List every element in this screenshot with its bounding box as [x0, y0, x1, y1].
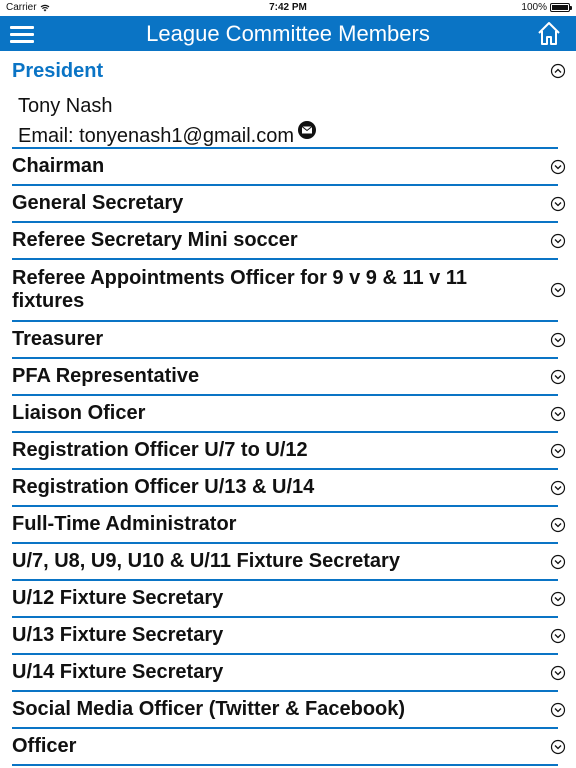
- hamburger-menu-icon[interactable]: [10, 21, 36, 47]
- chevron-down-icon[interactable]: [550, 443, 566, 459]
- role-row[interactable]: Social Media Officer (Twitter & Facebook…: [12, 692, 566, 729]
- status-time: 7:42 PM: [269, 2, 307, 13]
- role-row[interactable]: Referee Appointments Officer for 9 v 9 &…: [12, 260, 566, 322]
- role-row[interactable]: General Secretary: [12, 186, 566, 223]
- mail-icon[interactable]: [297, 121, 316, 139]
- role-row[interactable]: U/7, U8, U9, U10 & U/11 Fixture Secretar…: [12, 544, 566, 581]
- chevron-down-icon[interactable]: [550, 554, 566, 570]
- role-label: Referee Secretary Mini soccer: [12, 229, 298, 251]
- role-label: U/14 Fixture Secretary: [12, 661, 224, 683]
- role-label: Treasurer: [12, 328, 104, 350]
- chevron-down-icon[interactable]: [550, 517, 566, 533]
- chevron-down-icon[interactable]: [550, 369, 566, 385]
- chevron-down-icon[interactable]: [550, 282, 566, 298]
- role-label: U/12 Fixture Secretary: [12, 587, 224, 609]
- role-row[interactable]: PFA Representative: [12, 359, 566, 396]
- status-bar: Carrier 7:42 PM 100%: [0, 0, 576, 16]
- role-label: U/13 Fixture Secretary: [12, 624, 224, 646]
- role-label: Full-Time Administrator: [12, 513, 237, 535]
- role-label: PFA Representative: [12, 365, 200, 387]
- role-row[interactable]: Liaison Oficer: [12, 396, 566, 433]
- president-email[interactable]: Email: tonyenash1@gmail.com: [18, 125, 294, 148]
- role-row[interactable]: Officer: [12, 729, 566, 766]
- role-label: Referee Appointments Officer for 9 v 9 &…: [12, 267, 467, 312]
- role-row[interactable]: Referee Secretary Mini soccer: [12, 223, 566, 260]
- section-title-president: President: [12, 60, 104, 82]
- role-label: Registration Officer U/7 to U/12: [12, 439, 308, 461]
- chevron-down-icon[interactable]: [550, 233, 566, 249]
- role-label: U/7, U8, U9, U10 & U/11 Fixture Secretar…: [12, 550, 400, 572]
- role-row[interactable]: Full-Time Administrator: [12, 507, 566, 544]
- chevron-down-icon[interactable]: [550, 628, 566, 644]
- battery-icon: [550, 3, 572, 12]
- role-row[interactable]: Chairman: [12, 149, 566, 186]
- role-label: Liaison Oficer: [12, 402, 146, 424]
- president-section[interactable]: President Tony Nash Email: tonyenash1@gm…: [12, 51, 566, 149]
- role-row[interactable]: U/14 Fixture Secretary: [12, 655, 566, 692]
- committee-list: President Tony Nash Email: tonyenash1@gm…: [0, 51, 576, 768]
- role-row[interactable]: Registration Officer U/13 & U/14: [12, 470, 566, 507]
- role-row[interactable]: U/13 Fixture Secretary: [12, 618, 566, 655]
- president-name: Tony Nash: [18, 95, 113, 117]
- chevron-down-icon[interactable]: [550, 665, 566, 681]
- role-row[interactable]: Registration Officer U/7 to U/12: [12, 433, 566, 470]
- president-email-row: Email: tonyenash1@gmail.com: [18, 121, 316, 148]
- home-icon[interactable]: [536, 20, 562, 46]
- chevron-up-icon[interactable]: [550, 63, 566, 79]
- chevron-down-icon[interactable]: [550, 406, 566, 422]
- role-label: Social Media Officer (Twitter & Facebook…: [12, 698, 406, 720]
- chevron-down-icon[interactable]: [550, 159, 566, 175]
- chevron-down-icon[interactable]: [550, 332, 566, 348]
- chevron-down-icon[interactable]: [550, 480, 566, 496]
- battery-percent: 100%: [521, 2, 547, 13]
- role-label: Registration Officer U/13 & U/14: [12, 476, 315, 498]
- nav-bar: League Committee Members: [0, 16, 576, 51]
- role-row[interactable]: Treasurer: [12, 322, 566, 359]
- role-label: Officer: [12, 735, 77, 757]
- chevron-down-icon[interactable]: [550, 591, 566, 607]
- role-row[interactable]: U/12 Fixture Secretary: [12, 581, 566, 618]
- chevron-down-icon[interactable]: [550, 739, 566, 755]
- role-label: General Secretary: [12, 192, 184, 214]
- battery-indicator: 100%: [521, 2, 572, 13]
- chevron-down-icon[interactable]: [550, 702, 566, 718]
- chevron-down-icon[interactable]: [550, 196, 566, 212]
- roles-list: Chairman General Secretary Referee Secreta…: [0, 149, 576, 766]
- page-title: League Committee Members: [146, 21, 430, 46]
- role-label: Chairman: [12, 155, 105, 177]
